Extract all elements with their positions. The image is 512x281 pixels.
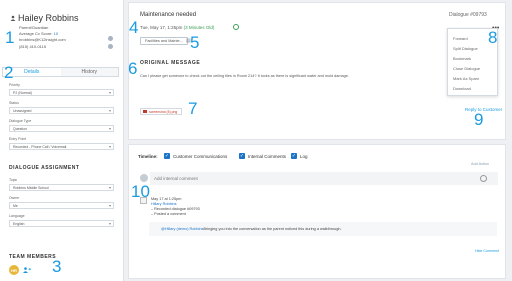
entry-point-select[interactable]: Recorded - Phone Call / Voicemail ▾ xyxy=(9,143,114,150)
email-action-icon[interactable] xyxy=(108,36,113,41)
score-label: Average Cx Score: xyxy=(19,31,53,36)
dialogue-date: Tue, May 17, 1:25pm (3 Minutes Old) xyxy=(140,25,214,30)
callout-6: 6 xyxy=(128,59,138,78)
callout-9: 9 xyxy=(474,110,484,129)
original-message-title: ORIGINAL MESSAGE xyxy=(140,60,201,66)
contact-name: Hailey Robbins xyxy=(18,13,79,23)
reply-to-customer-link[interactable]: Reply to Customer xyxy=(465,107,502,112)
callout-8: 8 xyxy=(488,28,498,47)
contact-role: Parent/Guardian xyxy=(19,25,49,30)
filter-internal-comments-label: Internal Comments xyxy=(248,154,287,159)
add-team-member-icon[interactable] xyxy=(23,267,31,275)
original-message-body: Can I please get someone to check out th… xyxy=(140,74,349,78)
entry-time: May 17 at 1:25pm xyxy=(151,197,182,201)
phone-action-icon[interactable] xyxy=(108,44,113,49)
callout-5: 5 xyxy=(190,33,200,52)
filter-customer-communications-label: Customer Communications xyxy=(173,154,228,159)
topic-value: Robbins Middle School xyxy=(13,185,49,190)
entry-line-recorded: – Recorded dialogue #09793 xyxy=(151,207,200,211)
details-tabs: Details History xyxy=(2,67,119,77)
dialogue-title: Maintenance needed xyxy=(140,12,197,18)
internal-comment-input[interactable]: Add internal comment xyxy=(150,172,498,185)
contact-score: Average Cx Score: 10 xyxy=(19,31,58,36)
entry-point-value: Recorded - Phone Call / Voicemail xyxy=(13,144,67,149)
menu-item-split-dialogue[interactable]: Split Dialogue xyxy=(453,46,478,51)
menu-item-close-dialogue[interactable]: Close Dialogue xyxy=(453,66,480,71)
entry-line-posted: – Posted a comment xyxy=(151,212,186,216)
add-action-dropdown[interactable]: Add Action xyxy=(471,162,489,166)
callout-1: 1 xyxy=(5,28,15,47)
status-select[interactable]: Unassigned ▾ xyxy=(9,107,114,114)
filter-customer-communications-checkbox[interactable]: ✓ xyxy=(164,153,170,159)
callout-2: 2 xyxy=(4,63,14,82)
callout-4: 4 xyxy=(129,18,139,37)
priority-value: P2 (Normal) xyxy=(13,90,32,95)
emoji-icon[interactable] xyxy=(480,175,487,182)
owner-value: Me xyxy=(13,203,18,208)
avatar xyxy=(140,174,148,182)
status-label: Status xyxy=(9,101,19,105)
dialogue-type-label: Dialogue Type xyxy=(9,119,32,123)
priority-select[interactable]: P2 (Normal) ▾ xyxy=(9,89,114,96)
callout-3: 3 xyxy=(52,257,62,276)
timeline-label: Timeline: xyxy=(138,154,158,159)
chevron-down-icon: ▾ xyxy=(108,203,111,208)
chevron-down-icon: ▾ xyxy=(108,221,111,226)
comment-body: @Hillary (demo) Robbins Bringing you int… xyxy=(149,222,497,236)
menu-item-forward[interactable]: Forward xyxy=(453,36,468,41)
person-icon xyxy=(10,15,16,21)
priority-label: Priority xyxy=(9,83,20,87)
contact-phone[interactable]: (815) 410-0115 xyxy=(19,44,46,49)
entry-point-label: Entry Point xyxy=(9,137,27,141)
dialogue-type-select[interactable]: Question ▾ xyxy=(9,125,114,132)
language-value: English xyxy=(13,221,25,226)
dialogue-assignment-title: DIALOGUE ASSIGNMENT xyxy=(9,165,80,171)
status-value: Unassigned xyxy=(13,108,32,113)
callout-10: 10 xyxy=(131,182,150,201)
topic-select[interactable]: Robbins Middle School ▾ xyxy=(9,184,114,191)
topic-label: Topic xyxy=(9,178,18,182)
menu-item-download[interactable]: Download xyxy=(453,86,471,91)
mention-user[interactable]: @Hillary (demo) Robbins xyxy=(161,227,203,231)
date-text: Tue, May 17, 1:25pm xyxy=(140,25,183,30)
chevron-down-icon: ▾ xyxy=(108,144,111,149)
tab-history[interactable]: History xyxy=(60,68,118,76)
menu-item-mark-as-spam[interactable]: Mark As Spam xyxy=(453,76,479,81)
chevron-down-icon: ▾ xyxy=(108,108,111,113)
team-member-avatar[interactable]: HR xyxy=(9,265,19,275)
attachment-name: screenshot (5).png xyxy=(149,109,178,114)
comment-text: Bringing you into the conversation as th… xyxy=(203,227,342,231)
language-select[interactable]: English ▾ xyxy=(9,220,114,227)
score-value: 10 xyxy=(53,31,59,36)
filter-log-label: Log xyxy=(300,154,308,159)
entry-author[interactable]: Hillary Robbins xyxy=(151,202,177,206)
chevron-down-icon: ▾ xyxy=(108,90,111,95)
language-label: Language xyxy=(9,214,25,218)
callout-7: 7 xyxy=(188,99,198,118)
contact-email[interactable]: hrobbins@K12insight.com xyxy=(19,37,66,42)
menu-item-bookmark[interactable]: Bookmark xyxy=(453,56,471,61)
contact-sidebar: Hailey Robbins Parent/Guardian Average C… xyxy=(0,0,124,281)
hide-comment-link[interactable]: Hide Comment xyxy=(475,249,499,253)
team-members-title: TEAM MEMBERS xyxy=(9,254,57,260)
chevron-down-icon: ▾ xyxy=(108,185,111,190)
attachment-link[interactable]: screenshot (5).png xyxy=(140,108,183,115)
topic-tag[interactable]: Facilities and Mainte... xyxy=(140,37,188,45)
chevron-down-icon: ▾ xyxy=(108,126,111,131)
filter-internal-comments-checkbox[interactable]: ✓ xyxy=(239,153,245,159)
dialogue-id: Dialogue #09793 xyxy=(449,12,487,18)
owner-label: Owner xyxy=(9,196,20,200)
dialogue-type-value: Question xyxy=(13,126,28,131)
filter-log-checkbox[interactable]: ✓ xyxy=(291,153,297,159)
image-file-icon xyxy=(143,110,147,113)
owner-select[interactable]: Me ▾ xyxy=(9,202,114,209)
clock-icon xyxy=(233,24,239,30)
comment-row: Add internal comment xyxy=(140,172,498,185)
elapsed-text: (3 Minutes Old) xyxy=(183,25,215,30)
timeline-card: Timeline: ✓ Customer Communications ✓ In… xyxy=(128,144,506,279)
